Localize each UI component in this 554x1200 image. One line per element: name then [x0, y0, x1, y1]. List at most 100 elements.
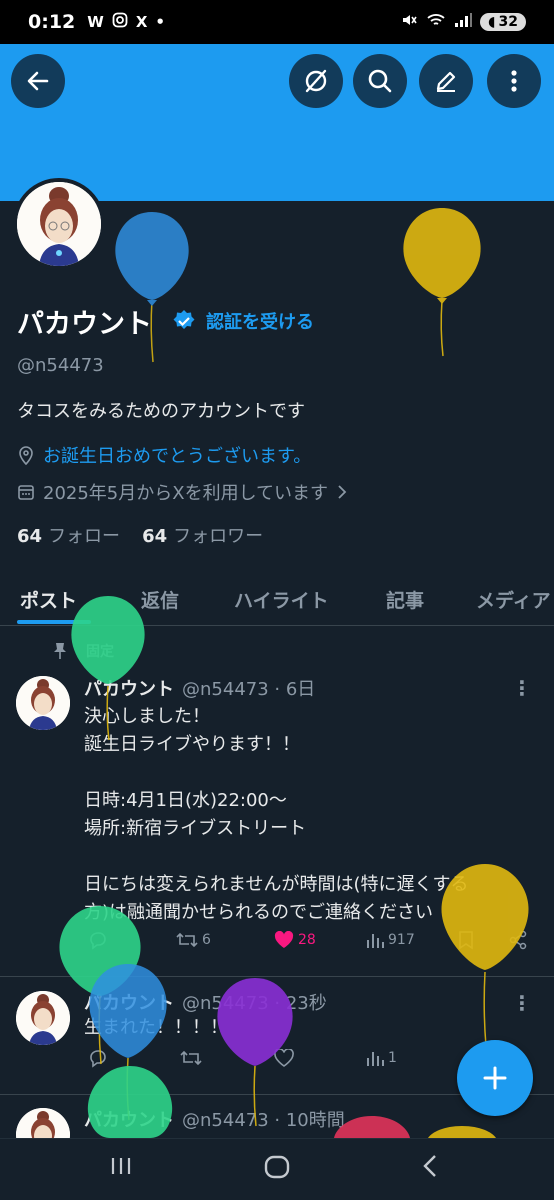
- profile-location: お誕生日おめでとうございます。: [17, 442, 311, 468]
- like-button[interactable]: 28: [274, 931, 316, 949]
- battery-level: 32: [498, 14, 518, 30]
- edit-icon: [436, 71, 456, 92]
- get-verified-button[interactable]: 認証を受ける: [172, 308, 314, 334]
- search-button[interactable]: [353, 54, 407, 108]
- post-divider: [0, 976, 554, 977]
- location-text[interactable]: お誕生日おめでとうございます。: [43, 442, 311, 468]
- post-text: 決心しました！ 誕生日ライブやります！！ 日時:4月1日(水)22:00〜 場所…: [84, 706, 469, 923]
- following-label: フォロー: [48, 526, 121, 547]
- joined-text: 2025年5月からXを利用しています: [43, 483, 329, 504]
- profile-joined[interactable]: 2025年5月からXを利用しています: [17, 479, 348, 505]
- repost-button[interactable]: [180, 1048, 202, 1068]
- edit-profile-button[interactable]: [419, 54, 473, 108]
- followers-label: フォロワー: [173, 526, 264, 547]
- views-chart-icon: [367, 934, 384, 948]
- following-count: 64: [17, 526, 43, 547]
- chevron-right-icon: [338, 485, 347, 499]
- system-nav-bar: [0, 1138, 554, 1200]
- home-icon: [264, 1155, 290, 1179]
- post-time: · 23秒: [274, 993, 327, 1014]
- recent-apps-icon: [111, 1158, 131, 1174]
- repost-count: 6: [202, 932, 211, 948]
- views-button[interactable]: 917: [366, 931, 415, 949]
- wifi-icon: [426, 12, 446, 32]
- instagram-icon: [112, 12, 128, 32]
- profile-tabs: ポスト 返信 ハイライト 記事 メディア: [0, 574, 554, 626]
- followers-link[interactable]: 64 フォロワー: [142, 522, 263, 548]
- balloon-yellow: [403, 208, 481, 357]
- post-header: パカウント @n54473 · 23秒: [84, 989, 327, 1015]
- follow-stats: 64 フォロー 64 フォロワー: [17, 522, 263, 548]
- post-avatar[interactable]: [16, 991, 70, 1045]
- back-button[interactable]: [11, 54, 65, 108]
- share-icon: [509, 930, 527, 950]
- back-icon: [423, 1155, 436, 1177]
- post-avatar[interactable]: [16, 676, 70, 730]
- pin-icon: [54, 643, 66, 659]
- calendar-icon: [18, 485, 34, 500]
- status-time: 0:12: [28, 11, 76, 33]
- reply-icon: [90, 1050, 106, 1068]
- bookmark-icon: [459, 931, 473, 950]
- post-header: パカウント @n54473 · 6日: [84, 675, 315, 701]
- reply-button[interactable]: [88, 930, 108, 950]
- search-icon: [368, 69, 392, 93]
- battery-saver-icon: ◖: [488, 14, 496, 30]
- pinned-label: 固定: [52, 641, 114, 661]
- home-button[interactable]: [263, 1153, 291, 1185]
- back-arrow-icon: [27, 71, 49, 91]
- heart-icon: [274, 1049, 294, 1067]
- get-verified-label: 認証を受ける: [206, 312, 314, 333]
- post-time: · 10時間: [274, 1110, 345, 1131]
- post-author-handle: @n54473: [182, 679, 269, 700]
- tab-media[interactable]: メディア: [476, 574, 551, 613]
- profile-avatar[interactable]: [13, 178, 105, 270]
- active-tab-indicator: [17, 620, 91, 624]
- post-author-name[interactable]: パカウント: [84, 1110, 174, 1131]
- post-author-name[interactable]: パカウント: [84, 679, 174, 700]
- more-vertical-icon: [511, 70, 517, 92]
- verified-badge-icon: [173, 310, 195, 329]
- status-bar: 0:12 W X • ◖ 32: [0, 0, 554, 44]
- profile-banner: [0, 44, 554, 201]
- repost-icon: [176, 932, 198, 948]
- tab-highlights[interactable]: ハイライト: [234, 574, 329, 613]
- x-logo-icon: X: [135, 13, 148, 31]
- followers-count: 64: [142, 526, 168, 547]
- views-count: 1: [388, 1050, 397, 1066]
- post-header: パカウント @n54473 · 10時間: [84, 1106, 345, 1132]
- recent-apps-button[interactable]: [108, 1153, 134, 1183]
- balloon-yellow: [428, 1126, 496, 1138]
- views-chart-icon: [367, 1052, 384, 1066]
- tab-articles[interactable]: 記事: [386, 574, 424, 613]
- mute-icon: [400, 11, 418, 33]
- compose-post-button[interactable]: [457, 1040, 533, 1116]
- post-text: 生まれた！！！！: [84, 1017, 228, 1038]
- bookmark-button[interactable]: [458, 930, 474, 950]
- reply-button[interactable]: [88, 1048, 108, 1068]
- like-button[interactable]: [274, 1049, 294, 1067]
- wikipedia-icon: W: [87, 13, 104, 31]
- share-button[interactable]: [508, 930, 528, 950]
- post-author-name[interactable]: パカウント: [84, 993, 174, 1014]
- system-back-button[interactable]: [420, 1153, 440, 1183]
- post-more-button[interactable]: ⋮: [512, 676, 532, 700]
- following-link[interactable]: 64 フォロー: [17, 522, 120, 548]
- post-author-handle: @n54473: [182, 1110, 269, 1131]
- tab-replies[interactable]: 返信: [141, 574, 179, 613]
- balloon-red: [334, 1116, 410, 1138]
- post-time: · 6日: [274, 679, 316, 700]
- balloon-blue: [89, 964, 167, 1121]
- views-count: 917: [388, 932, 415, 948]
- notification-dot-icon: •: [155, 13, 165, 31]
- more-options-button[interactable]: [487, 54, 541, 108]
- repost-button[interactable]: 6: [176, 930, 211, 950]
- profile-handle: @n54473: [17, 355, 104, 376]
- post-author-handle: @n54473: [182, 993, 269, 1014]
- tab-posts[interactable]: ポスト: [20, 574, 77, 613]
- reply-icon: [90, 932, 106, 950]
- location-pin-icon: [19, 446, 33, 465]
- views-button[interactable]: 1: [366, 1049, 397, 1067]
- post-more-button[interactable]: ⋮: [512, 991, 532, 1015]
- grok-button[interactable]: [289, 54, 343, 108]
